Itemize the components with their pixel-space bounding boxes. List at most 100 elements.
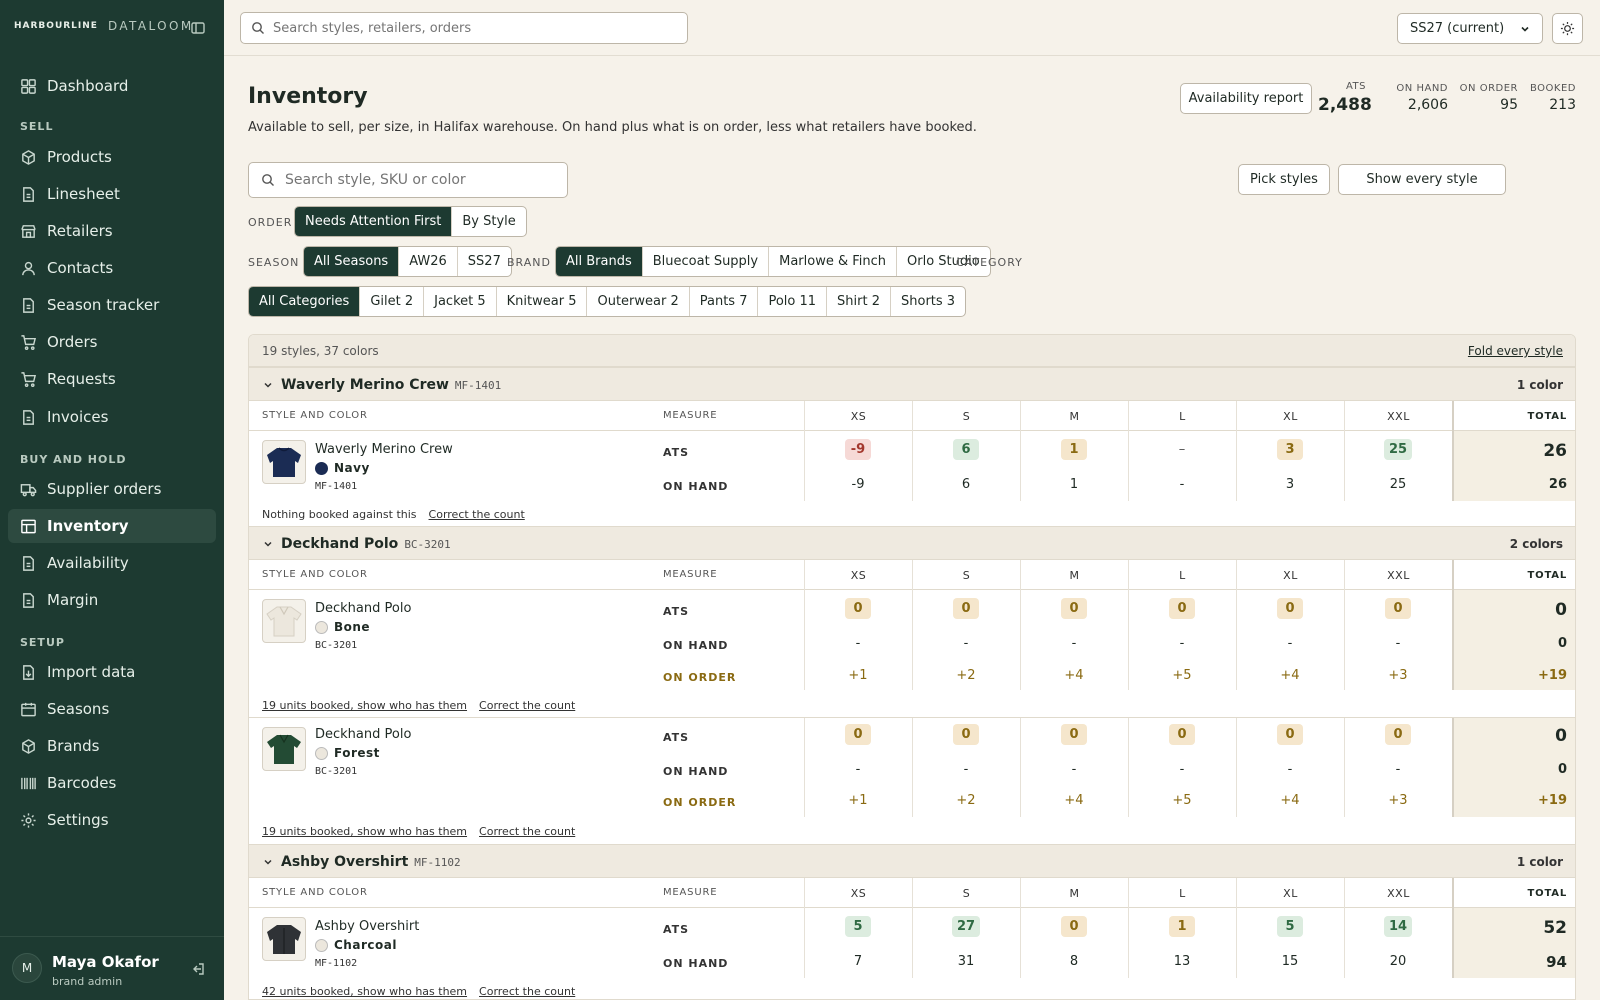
correct-count-link[interactable]: Correct the count (479, 699, 575, 712)
stat-ats: ATS 2,488 (1318, 81, 1372, 115)
brand-option-all[interactable]: All Brands (556, 247, 642, 276)
sidebar-item-requests[interactable]: Requests (8, 362, 216, 396)
sidebar-item-products[interactable]: Products (8, 140, 216, 174)
measure-on-hand: ON HAND (663, 480, 729, 493)
theme-toggle-button[interactable] (1552, 13, 1583, 44)
product-name[interactable]: Ashby Overshirt (315, 919, 419, 934)
ats-value: 5 (845, 916, 871, 937)
sidebar-item-import-data[interactable]: Import data (8, 655, 216, 689)
page-subtitle: Available to sell, per size, in Halifax … (248, 120, 977, 135)
inventory-search[interactable] (248, 162, 568, 198)
color-swatch (315, 746, 328, 760)
product-name[interactable]: Deckhand Polo (315, 601, 411, 616)
product-thumbnail[interactable] (262, 727, 306, 771)
category-option-pants[interactable]: Pants 7 (688, 287, 758, 316)
sidebar-item-retailers[interactable]: Retailers (8, 214, 216, 248)
show-every-style-button[interactable]: Show every style (1338, 164, 1506, 195)
availability-report-button[interactable]: Availability report (1180, 83, 1312, 114)
ats-cell: 0 (1128, 598, 1236, 619)
category-option-jacket[interactable]: Jacket 5 (423, 287, 496, 316)
col-size-m: M (1020, 878, 1128, 908)
search-icon (262, 174, 274, 186)
ats-value: 0 (1061, 916, 1087, 937)
sidebar-item-supplier-orders[interactable]: Supplier orders (8, 472, 216, 506)
onhand-total: 0 (1557, 762, 1567, 777)
sidebar-item-barcodes[interactable]: Barcodes (8, 766, 216, 800)
app-brand[interactable]: HARBOURLINE DATALOOM (14, 19, 194, 33)
document-icon (23, 555, 34, 571)
logout-icon[interactable] (190, 961, 206, 977)
sidebar-item-season-tracker[interactable]: Season tracker (8, 288, 216, 322)
product-color: Bone (315, 620, 370, 634)
order-option-by-style[interactable]: By Style (451, 207, 525, 236)
color-row: Ashby Overshirt Charcoal MF-1102 ATS ON … (249, 908, 1575, 999)
order-option-needs-attention[interactable]: Needs Attention First (295, 207, 452, 236)
category-option-shorts[interactable]: Shorts 3 (890, 287, 965, 316)
col-style-and-color: STYLE AND COLOR (262, 887, 368, 898)
onorder-cell: +4 (1280, 793, 1300, 808)
onhand-cell: - (855, 636, 861, 651)
style-group-header[interactable]: Deckhand Polo BC-3201 2 colors (249, 526, 1575, 560)
product-thumbnail[interactable] (262, 917, 306, 961)
sidebar-item-brands[interactable]: Brands (8, 729, 216, 763)
category-option-outerwear[interactable]: Outerwear 2 (586, 287, 688, 316)
sidebar-item-linesheet[interactable]: Linesheet (8, 177, 216, 211)
sidebar-item-dashboard[interactable]: Dashboard (8, 69, 216, 103)
product-name[interactable]: Waverly Merino Crew (315, 442, 453, 457)
sidebar-item-availability[interactable]: Availability (8, 546, 216, 580)
season-option-aw26[interactable]: AW26 (398, 247, 457, 276)
chevron-down-icon[interactable] (263, 539, 273, 549)
sidebar-item-seasons[interactable]: Seasons (8, 692, 216, 726)
onhand-cell: 3 (1285, 477, 1295, 492)
style-group-header[interactable]: Ashby Overshirt MF-1102 1 color (249, 844, 1575, 878)
col-size-xs: XS (804, 560, 912, 590)
sidebar-item-invoices[interactable]: Invoices (8, 400, 216, 434)
correct-count-link[interactable]: Correct the count (479, 985, 575, 998)
category-option-gilet[interactable]: Gilet 2 (359, 287, 423, 316)
chevron-down-icon[interactable] (263, 380, 273, 390)
show-booked-link[interactable]: 19 units booked, show who has them (262, 699, 467, 712)
ats-value: 0 (1061, 598, 1087, 619)
sidebar-item-margin[interactable]: Margin (8, 583, 216, 617)
ats-value: 0 (1385, 598, 1411, 619)
product-thumbnail[interactable] (262, 599, 306, 643)
onorder-cell: +2 (956, 668, 976, 683)
ats-cell: 5 (804, 916, 912, 937)
avatar[interactable]: M (12, 953, 42, 983)
product-thumbnail[interactable] (262, 440, 306, 484)
sidebar-item-orders[interactable]: Orders (8, 325, 216, 359)
sidebar-item-contacts[interactable]: Contacts (8, 251, 216, 285)
show-booked-link[interactable]: 42 units booked, show who has them (262, 985, 467, 998)
correct-count-link[interactable]: Correct the count (479, 825, 575, 838)
pick-styles-button[interactable]: Pick styles (1238, 164, 1330, 195)
brand-option-bluecoat[interactable]: Bluecoat Supply (641, 247, 768, 276)
chevron-down-icon[interactable] (263, 857, 273, 867)
global-search-input[interactable] (273, 20, 687, 36)
season-option-all[interactable]: All Seasons (304, 247, 399, 276)
category-option-all[interactable]: All Categories (249, 287, 360, 316)
onhand-cell: - (1287, 636, 1293, 651)
sidebar-item-inventory[interactable]: Inventory (8, 509, 216, 543)
style-group-color-count: 1 color (1516, 378, 1563, 392)
style-group-header[interactable]: Waverly Merino Crew MF-1401 1 color (249, 367, 1575, 401)
global-search[interactable] (240, 12, 688, 44)
ats-cell: 0 (1236, 724, 1344, 745)
category-option-shirt[interactable]: Shirt 2 (826, 287, 890, 316)
stat-value: 213 (1549, 97, 1576, 113)
sidebar-item-label: Linesheet (47, 185, 120, 203)
sidebar-item-label: Requests (47, 370, 116, 388)
brand-option-marlowe[interactable]: Marlowe & Finch (768, 247, 896, 276)
category-option-polo[interactable]: Polo 11 (757, 287, 826, 316)
inventory-search-input[interactable] (285, 172, 567, 188)
fold-every-style-link[interactable]: Fold every style (1468, 344, 1563, 358)
sidebar-collapse-icon[interactable] (190, 20, 206, 36)
season-select[interactable]: SS27 (current) (1397, 13, 1543, 44)
show-booked-link[interactable]: 19 units booked, show who has them (262, 825, 467, 838)
document-icon (23, 297, 34, 313)
product-name[interactable]: Deckhand Polo (315, 727, 411, 742)
correct-count-link[interactable]: Correct the count (429, 508, 525, 521)
season-option-ss27[interactable]: SS27 (456, 247, 511, 276)
category-option-knitwear[interactable]: Knitwear 5 (495, 287, 587, 316)
col-size-xl: XL (1236, 401, 1344, 431)
sidebar-item-settings[interactable]: Settings (8, 803, 216, 837)
